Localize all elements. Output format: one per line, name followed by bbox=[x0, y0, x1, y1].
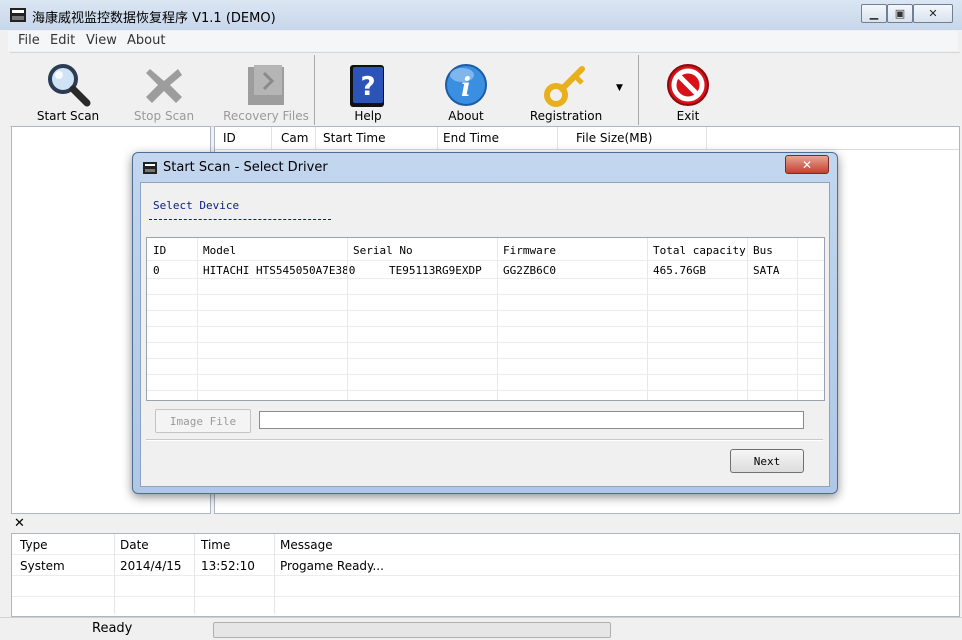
log-close-icon[interactable]: ✕ bbox=[14, 516, 25, 531]
menu-bar: File Edit View About bbox=[8, 31, 958, 51]
image-file-button[interactable]: Image File bbox=[155, 409, 251, 433]
dev-col-bus[interactable]: Bus bbox=[753, 244, 773, 257]
device-capacity[interactable]: 465.76GB bbox=[653, 264, 706, 277]
dev-col-model[interactable]: Model bbox=[203, 244, 236, 257]
minimize-button[interactable]: ▁ bbox=[861, 4, 887, 23]
dialog-title: Start Scan - Select Driver bbox=[163, 160, 328, 175]
help-button[interactable]: ? Help bbox=[330, 53, 406, 126]
dialog-body: Select Device ID Model Serial No Firmwar… bbox=[140, 182, 830, 487]
dev-col-id[interactable]: ID bbox=[153, 244, 166, 257]
dev-col-serial[interactable]: Serial No bbox=[353, 244, 413, 257]
window-title: 海康威视监控数据恢复程序 V1.1 (DEMO) bbox=[32, 11, 276, 26]
recovery-files-button[interactable]: Recovery Files bbox=[218, 53, 314, 126]
dialog-close-button[interactable]: ✕ bbox=[785, 155, 829, 174]
start-scan-label: Start Scan bbox=[36, 109, 100, 123]
log-col-type[interactable]: Type bbox=[20, 538, 48, 552]
svg-text:i: i bbox=[461, 73, 471, 103]
app-icon bbox=[10, 8, 26, 22]
dialog-divider bbox=[146, 439, 823, 441]
device-model[interactable]: HITACHI HTS545050A7E380 bbox=[203, 264, 355, 277]
recovery-files-label: Recovery Files bbox=[223, 109, 309, 123]
stop-x-icon bbox=[146, 69, 182, 103]
progress-bar bbox=[213, 622, 611, 638]
close-button[interactable]: ✕ bbox=[913, 4, 953, 23]
log-time: 13:52:10 bbox=[201, 559, 255, 573]
maximize-button[interactable]: ▣ bbox=[887, 4, 913, 23]
toolbar-separator bbox=[638, 55, 639, 125]
title-bar: 海康威视监控数据恢复程序 V1.1 (DEMO) ▁ ▣ ✕ bbox=[0, 0, 962, 30]
log-type: System bbox=[20, 559, 65, 573]
section-underline bbox=[149, 219, 331, 220]
svg-text:?: ? bbox=[360, 72, 375, 102]
registration-dropdown-icon[interactable]: ▼ bbox=[616, 83, 623, 93]
device-bus[interactable]: SATA bbox=[753, 264, 780, 277]
menu-file[interactable]: File bbox=[18, 33, 40, 48]
device-table[interactable]: ID Model Serial No Firmware Total capaci… bbox=[146, 237, 825, 401]
log-col-time[interactable]: Time bbox=[201, 538, 230, 552]
dialog-app-icon bbox=[143, 162, 157, 174]
device-firmware[interactable]: GG2ZB6C0 bbox=[503, 264, 556, 277]
no-entry-icon bbox=[667, 64, 709, 106]
exit-button[interactable]: Exit bbox=[650, 53, 726, 126]
registration-button[interactable]: Registration bbox=[524, 53, 608, 126]
log-panel: Type Date Time Message System 2014/4/15 … bbox=[11, 533, 960, 618]
toolbar-separator bbox=[314, 55, 315, 125]
stop-scan-button[interactable]: Stop Scan bbox=[122, 53, 206, 126]
registration-label: Registration bbox=[529, 109, 603, 123]
start-scan-button[interactable]: Start Scan bbox=[26, 53, 110, 126]
col-id[interactable]: ID bbox=[223, 131, 236, 145]
help-book-icon: ? bbox=[350, 65, 384, 107]
select-driver-dialog: Start Scan - Select Driver ✕ Select Devi… bbox=[132, 152, 838, 494]
log-col-date[interactable]: Date bbox=[120, 538, 149, 552]
col-cam[interactable]: Cam bbox=[281, 131, 308, 145]
results-header: ID Cam Start Time End Time File Size(MB) bbox=[215, 127, 959, 150]
next-button[interactable]: Next bbox=[730, 449, 804, 473]
log-row-empty bbox=[12, 597, 959, 618]
log-row-empty bbox=[12, 576, 959, 597]
log-col-message[interactable]: Message bbox=[280, 538, 333, 552]
log-message: Progame Ready... bbox=[280, 559, 384, 573]
log-row[interactable]: System 2014/4/15 13:52:10 Progame Ready.… bbox=[12, 555, 959, 576]
device-serial[interactable]: TE95113RG9EXDP bbox=[389, 264, 482, 277]
about-label: About bbox=[448, 109, 484, 123]
help-label: Help bbox=[354, 109, 382, 123]
menu-edit[interactable]: Edit bbox=[50, 33, 75, 48]
col-end-time[interactable]: End Time bbox=[443, 131, 499, 145]
log-header: Type Date Time Message bbox=[12, 534, 959, 555]
status-bar: Ready bbox=[0, 617, 962, 640]
recovery-files-icon bbox=[248, 65, 284, 105]
col-start-time[interactable]: Start Time bbox=[323, 131, 386, 145]
stop-scan-label: Stop Scan bbox=[133, 109, 195, 123]
toolbar: Start Scan Stop Scan Recovery Files ? He… bbox=[10, 52, 960, 127]
image-path-field[interactable] bbox=[259, 411, 804, 429]
info-icon: i bbox=[445, 64, 487, 106]
magnifier-icon bbox=[48, 64, 91, 107]
select-device-label: Select Device bbox=[153, 199, 240, 212]
key-icon bbox=[544, 66, 585, 107]
device-id[interactable]: 0 bbox=[153, 264, 160, 277]
col-file-size[interactable]: File Size(MB) bbox=[576, 131, 652, 145]
menu-view[interactable]: View bbox=[86, 33, 117, 48]
exit-label: Exit bbox=[676, 109, 700, 123]
status-text: Ready bbox=[92, 621, 133, 636]
about-button[interactable]: i About bbox=[428, 53, 504, 126]
dev-col-firmware[interactable]: Firmware bbox=[503, 244, 556, 257]
log-date: 2014/4/15 bbox=[120, 559, 182, 573]
menu-about[interactable]: About bbox=[127, 33, 165, 48]
dev-col-capacity[interactable]: Total capacity bbox=[653, 244, 746, 257]
